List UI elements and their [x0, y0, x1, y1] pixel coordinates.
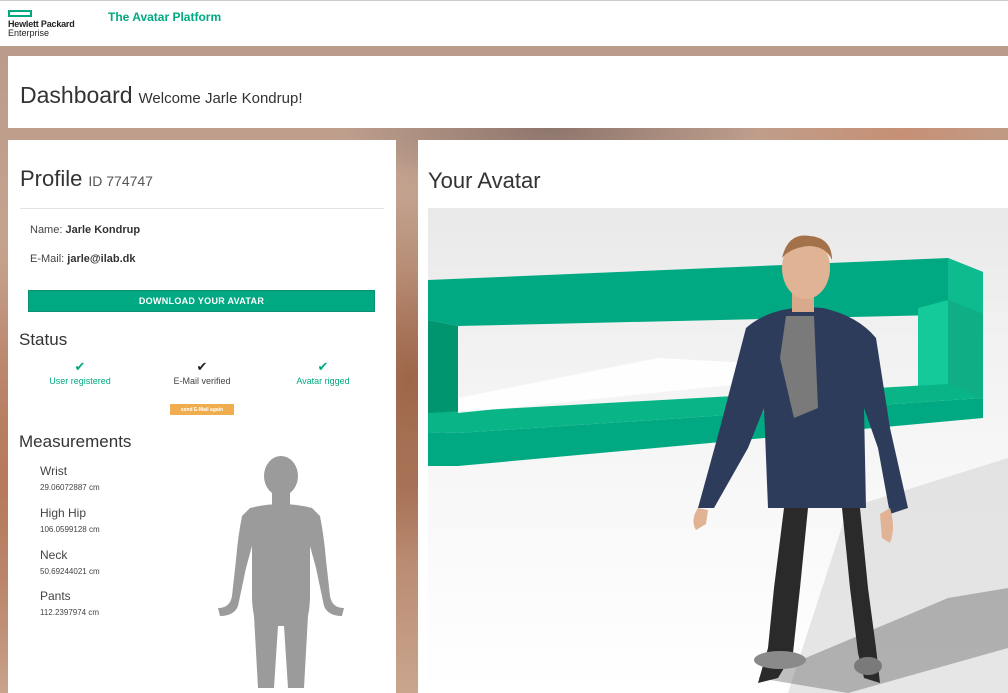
dashboard-header: Dashboard Welcome Jarle Kondrup! — [8, 56, 1008, 128]
measurement-label: High Hip — [40, 506, 87, 520]
welcome-message: Welcome Jarle Kondrup! — [138, 90, 303, 107]
divider — [20, 208, 384, 209]
measurement-value: 106.0599128 cm — [40, 525, 100, 534]
measurement-item: Pants 112.2397974 cm — [40, 589, 99, 617]
name-field: Name: Jarle Kondrup — [30, 224, 140, 236]
check-icon: ✔ — [74, 359, 86, 374]
measurement-value: 112.2397974 cm — [40, 608, 100, 617]
status-email-verified: ✔ E-Mail verified — [147, 358, 257, 386]
status-user-registered: ✔ User registered — [25, 358, 135, 386]
download-avatar-button[interactable]: DOWNLOAD YOUR AVATAR — [28, 290, 375, 312]
status-avatar-rigged: ✔ Avatar rigged — [268, 358, 378, 386]
avatar-3d-viewport[interactable] — [428, 208, 1008, 693]
measurement-label: Neck — [40, 548, 68, 562]
status-label: Avatar rigged — [296, 376, 350, 386]
status-label: E-Mail verified — [173, 376, 231, 386]
check-icon: ✔ — [196, 359, 208, 374]
hpe-logo[interactable]: Hewlett Packard Enterprise — [8, 9, 88, 38]
logo-line-2: Enterprise — [8, 27, 50, 38]
profile-header: Profile ID 774747 — [20, 166, 384, 192]
page-title: Dashboard — [20, 82, 133, 108]
email-label: E-Mail: — [30, 253, 65, 265]
profile-panel: Profile ID 774747 Name: Jarle Kondrup E-… — [8, 140, 396, 693]
hpe-element-3d — [428, 258, 983, 466]
profile-id: ID 774747 — [88, 173, 153, 189]
platform-title[interactable]: The Avatar Platform — [108, 10, 221, 24]
status-label: User registered — [49, 376, 111, 386]
measurement-label: Wrist — [40, 464, 68, 478]
measurement-label: Pants — [40, 589, 71, 603]
avatar-scene[interactable] — [428, 208, 1008, 693]
measurement-value: 29.06072887 cm — [40, 483, 100, 492]
name-label: Name: — [30, 224, 63, 236]
measurement-value: 50.69244021 cm — [40, 567, 100, 576]
measurement-item: High Hip 106.0599128 cm — [40, 506, 100, 534]
status-title: Status — [19, 330, 68, 349]
check-icon: ✔ — [317, 359, 329, 374]
avatar-panel: Your Avatar — [418, 140, 1008, 693]
body-silhouette-icon — [218, 456, 344, 688]
top-nav-bar: Hewlett Packard Enterprise The Avatar Pl… — [0, 0, 1008, 46]
measurements-title: Measurements — [19, 432, 132, 451]
measurement-item: Neck 50.69244021 cm — [40, 548, 100, 576]
email-value: jarle@ilab.dk — [67, 253, 136, 265]
email-field: E-Mail: jarle@ilab.dk — [30, 253, 136, 265]
resend-email-button[interactable]: send E-Mail again — [170, 404, 234, 415]
profile-title: Profile — [20, 166, 83, 191]
hpe-logo-mark-icon — [8, 9, 32, 17]
avatar-title: Your Avatar — [428, 168, 541, 193]
measurement-item: Wrist 29.06072887 cm — [40, 464, 100, 492]
name-value: Jarle Kondrup — [65, 224, 141, 236]
